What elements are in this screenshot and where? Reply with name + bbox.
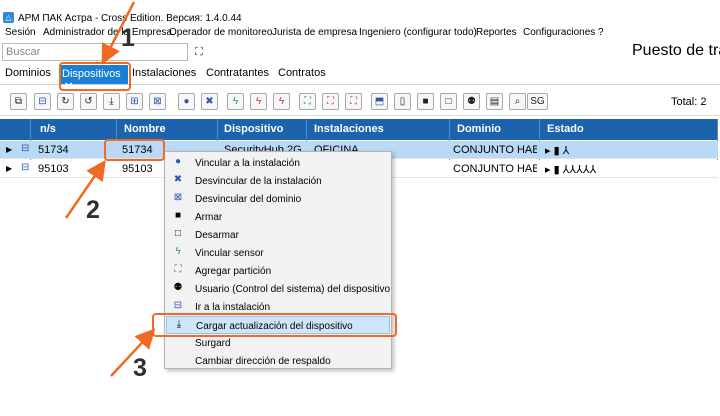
step-number-1: 1	[121, 24, 135, 52]
step-number-2: 2	[86, 196, 100, 224]
step-number-3: 3	[133, 354, 147, 382]
annotation-arrows	[64, 1, 156, 377]
